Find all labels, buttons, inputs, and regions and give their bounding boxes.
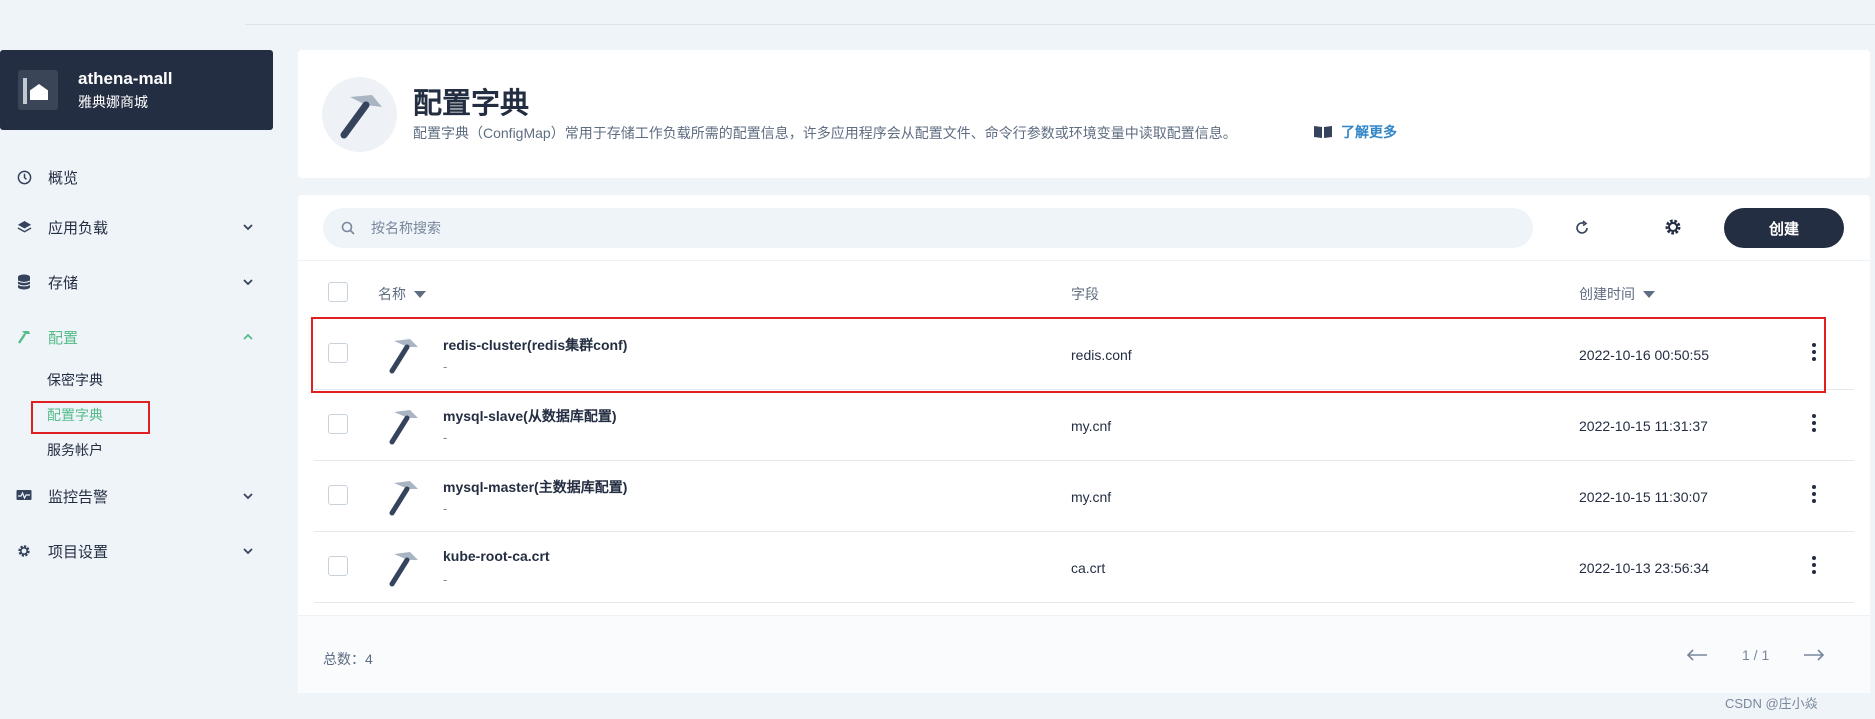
project-alias: 雅典娜商城: [78, 94, 148, 110]
gear-icon: [16, 543, 32, 559]
sidebar-item-workloads[interactable]: 应用负载: [0, 212, 273, 242]
page-description: 配置字典（ConfigMap）常用于存储工作负载所需的配置信息，许多应用程序会从…: [413, 125, 1237, 141]
row-checkbox[interactable]: [328, 414, 348, 434]
column-header-field: 字段: [1071, 284, 1099, 304]
search-input[interactable]: [371, 220, 1471, 236]
select-all-checkbox[interactable]: [328, 282, 348, 302]
hammer-icon: [16, 329, 32, 345]
table-row[interactable]: mysql-slave(从数据库配置) - my.cnf 2022-10-15 …: [314, 390, 1854, 461]
page-header: 配置字典 配置字典（ConfigMap）常用于存储工作负载所需的配置信息，许多应…: [298, 50, 1870, 178]
sidebar-item-project-settings[interactable]: 项目设置: [0, 536, 273, 566]
create-button[interactable]: 创建: [1724, 208, 1844, 248]
chevron-down-icon[interactable]: [241, 544, 255, 558]
toolbar: 创建: [298, 195, 1870, 261]
refresh-icon[interactable]: [1573, 219, 1591, 237]
sidebar-item-label: 存储: [48, 274, 79, 292]
project-name: athena-mall: [78, 69, 173, 88]
sidebar-item-config[interactable]: 配置: [0, 322, 273, 352]
column-label: 字段: [1071, 286, 1099, 302]
highlight-box: [31, 401, 150, 434]
row-field: my.cnf: [1071, 418, 1112, 434]
row-created: 2022-10-15 11:30:07: [1579, 489, 1708, 505]
arrow-left-icon[interactable]: [1686, 648, 1708, 662]
sidebar-subitem-secrets[interactable]: 保密字典: [47, 368, 103, 392]
sidebar-subitem-service-accounts[interactable]: 服务帐户: [47, 438, 103, 462]
sidebar-item-label: 概览: [48, 169, 79, 187]
sidebar-item-label: 项目设置: [48, 543, 109, 561]
row-created: 2022-10-15 11:31:37: [1579, 418, 1708, 434]
column-header-created[interactable]: 创建时间: [1579, 284, 1655, 304]
learn-more-label: 了解更多: [1341, 124, 1397, 140]
pagination: 1 / 1: [1686, 647, 1825, 663]
sidebar-item-monitoring[interactable]: 监控告警: [0, 481, 273, 511]
row-alias: -: [443, 501, 448, 516]
sort-caret-icon: [1643, 291, 1655, 298]
table-header: 名称 字段 创建时间: [314, 267, 1854, 319]
dashboard-icon: [16, 169, 32, 185]
row-field: ca.crt: [1071, 560, 1106, 576]
row-name[interactable]: mysql-master(主数据库配置): [443, 477, 627, 497]
arrow-right-icon[interactable]: [1803, 648, 1825, 662]
sidebar-item-label: 监控告警: [48, 488, 109, 506]
column-label: 创建时间: [1579, 286, 1635, 302]
total-count: 总数：4: [323, 651, 373, 667]
gear-icon[interactable]: [1663, 217, 1683, 237]
row-name[interactable]: kube-root-ca.crt: [443, 548, 550, 564]
chevron-down-icon[interactable]: [241, 489, 255, 503]
layers-icon: [16, 219, 32, 235]
sort-caret-icon: [414, 291, 426, 298]
hammer-icon: [389, 410, 418, 445]
monitor-icon: [16, 488, 32, 504]
more-options-icon[interactable]: [1811, 414, 1817, 434]
row-created: 2022-10-13 23:56:34: [1579, 560, 1709, 576]
hammer-icon: [322, 77, 397, 152]
top-divider: [245, 24, 1875, 25]
chevron-down-icon[interactable]: [241, 275, 255, 289]
database-icon: [16, 274, 32, 290]
page-title: 配置字典: [413, 88, 530, 120]
project-icon: [18, 70, 58, 110]
row-checkbox[interactable]: [328, 556, 348, 576]
search-icon: [341, 221, 355, 235]
row-alias: -: [443, 572, 448, 587]
table-row[interactable]: kube-root-ca.crt - ca.crt 2022-10-13 23:…: [314, 532, 1854, 603]
configmap-list: 创建 名称 字段 创建时间 redis-cluster(redis集群conf)…: [298, 195, 1870, 693]
search-box[interactable]: [323, 208, 1533, 248]
sidebar-item-label: 配置: [48, 329, 79, 347]
table-row[interactable]: mysql-master(主数据库配置) - my.cnf 2022-10-15…: [314, 461, 1854, 532]
sidebar-item-storage[interactable]: 存储: [0, 267, 273, 297]
project-card[interactable]: athena-mall 雅典娜商城: [0, 50, 273, 130]
chevron-up-icon[interactable]: [241, 330, 255, 344]
more-options-icon[interactable]: [1811, 485, 1817, 505]
more-options-icon[interactable]: [1811, 556, 1817, 576]
hammer-icon: [389, 552, 418, 587]
book-icon: [1314, 126, 1332, 138]
sidebar-item-overview[interactable]: 概览: [0, 162, 273, 192]
learn-more-link[interactable]: 了解更多: [1313, 122, 1397, 142]
table-footer: 总数：4 1 / 1: [298, 615, 1870, 693]
row-name[interactable]: mysql-slave(从数据库配置): [443, 406, 616, 426]
highlight-box: [311, 317, 1826, 393]
column-label: 名称: [378, 286, 406, 302]
hammer-icon: [389, 481, 418, 516]
chevron-down-icon[interactable]: [241, 220, 255, 234]
row-checkbox[interactable]: [328, 485, 348, 505]
row-alias: -: [443, 430, 448, 445]
watermark: CSDN @庄小焱: [1725, 696, 1818, 711]
row-field: my.cnf: [1071, 489, 1112, 505]
sidebar-item-label: 应用负载: [48, 219, 109, 237]
column-header-name[interactable]: 名称: [378, 284, 426, 304]
page-indicator: 1 / 1: [1742, 647, 1770, 663]
